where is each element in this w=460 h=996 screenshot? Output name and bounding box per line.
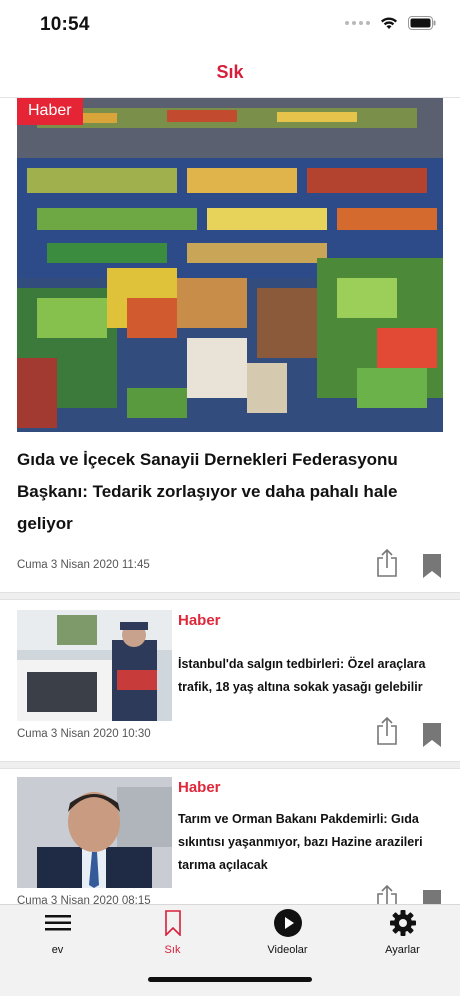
play-icon (230, 909, 345, 937)
tab-label: ev (51, 944, 64, 956)
status-icons (345, 16, 436, 30)
status-bar: 10:54 (0, 0, 460, 50)
nav-bar: Sık (0, 50, 460, 98)
tab-ayarlar[interactable]: Ayarlar (345, 905, 460, 965)
bookmark-icon (115, 909, 230, 937)
tab-label: Videolar (267, 944, 308, 956)
tab-ev[interactable]: ev (0, 905, 115, 965)
category-badge: Haber (17, 98, 83, 125)
market-stalls-photo (17, 98, 443, 432)
divider (0, 592, 460, 600)
article-category: Haber (178, 612, 221, 629)
article-thumbnail[interactable] (17, 777, 172, 888)
bookmark-icon[interactable] (423, 554, 441, 578)
traffic-check-photo (17, 610, 172, 721)
status-time: 10:54 (40, 14, 90, 35)
bookmark-icon[interactable] (423, 723, 441, 747)
article-feed[interactable]: Haber Gıda ve İçecek Sanayii Dernekleri … (0, 98, 460, 904)
article-title[interactable]: İstanbul'da salgın tedbirleri: Özel araç… (178, 653, 426, 699)
tab-videolar[interactable]: Videolar (230, 905, 345, 965)
gear-icon (345, 909, 460, 937)
home-indicator (148, 977, 312, 982)
tab-label: Ayarlar (385, 944, 420, 956)
share-icon[interactable] (376, 548, 398, 578)
share-icon[interactable] (376, 884, 398, 904)
divider (0, 761, 460, 769)
list-icon (0, 909, 115, 937)
wifi-icon (381, 17, 397, 29)
article-date: Cuma 3 Nisan 2020 10:30 (17, 728, 151, 740)
share-icon[interactable] (376, 716, 398, 746)
article-thumbnail[interactable] (17, 610, 172, 721)
tab-label: Sık (164, 944, 181, 956)
article-category: Haber (178, 779, 221, 796)
page-title: Sık (216, 62, 244, 82)
bookmark-icon[interactable] (423, 890, 441, 904)
battery-icon (408, 16, 436, 30)
hero-article-image[interactable]: Haber (17, 98, 443, 432)
hero-article-date: Cuma 3 Nisan 2020 11:45 (17, 559, 150, 571)
tab-bar: ev Sık Videolar Ayarlar (0, 904, 460, 996)
tab-sik[interactable]: Sık (115, 905, 230, 965)
article-title[interactable]: Tarım ve Orman Bakanı Pakdemirli: Gıda s… (178, 808, 426, 877)
minister-portrait-photo (17, 777, 172, 888)
cellular-signal-icon (345, 21, 370, 25)
article-date: Cuma 3 Nisan 2020 08:15 (17, 895, 151, 904)
hero-article-title[interactable]: Gıda ve İçecek Sanayii Dernekleri Federa… (17, 444, 437, 540)
